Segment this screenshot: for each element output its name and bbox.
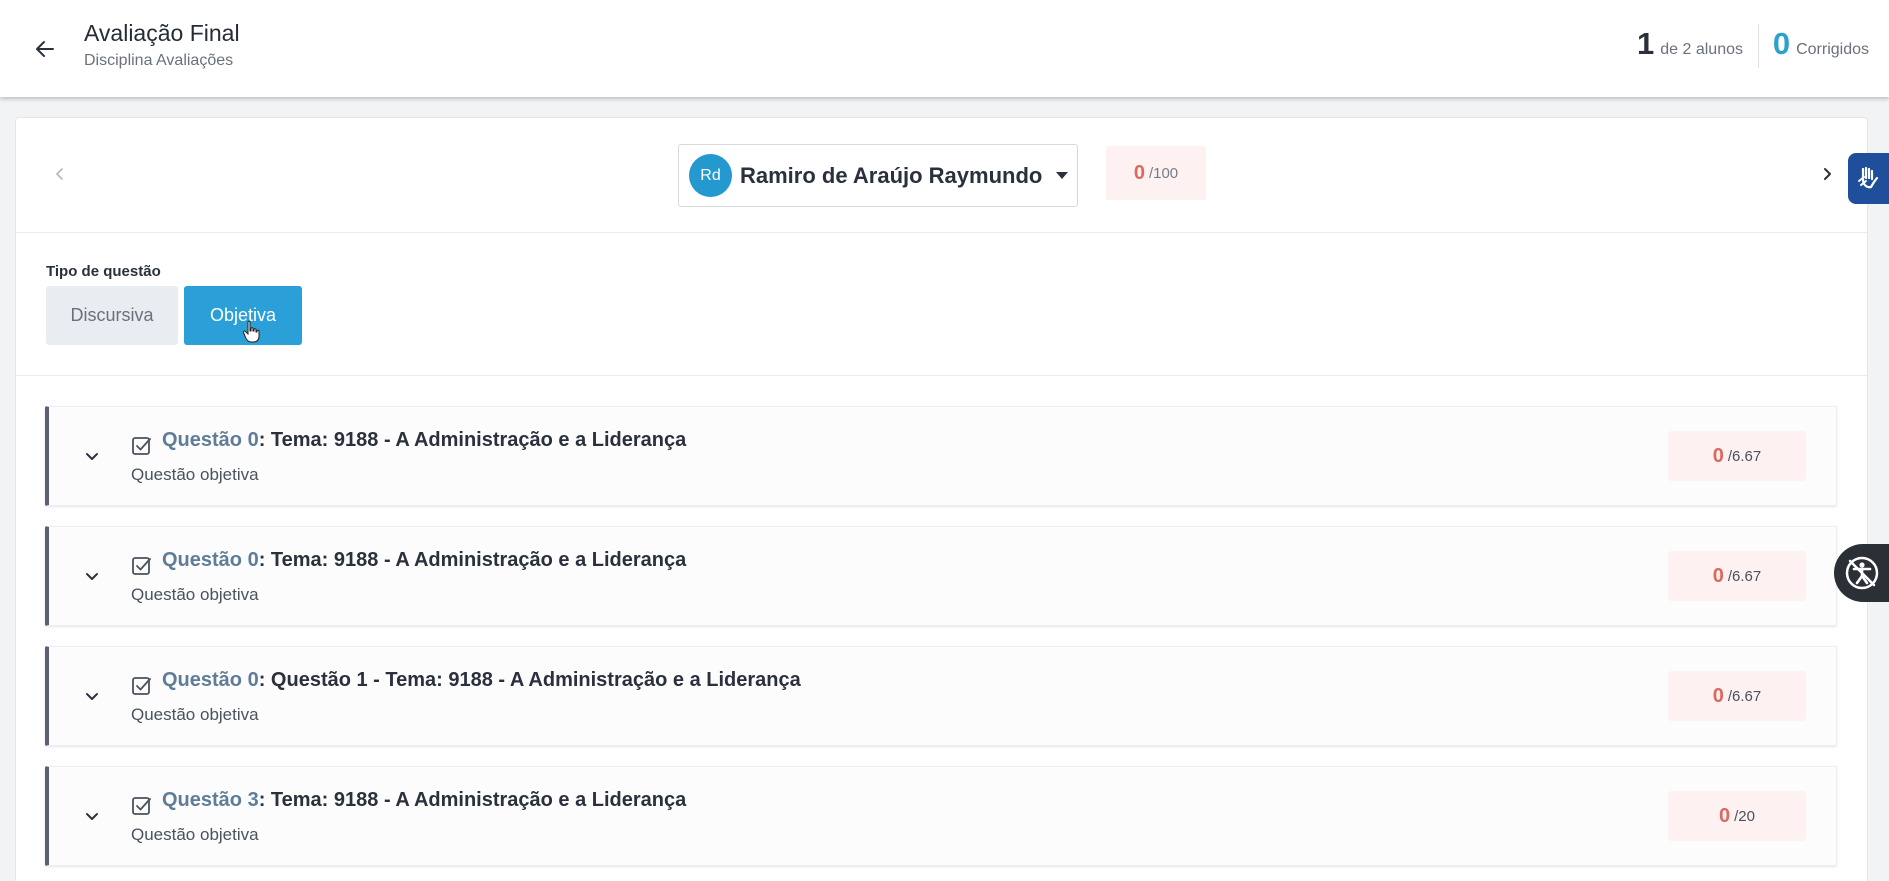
caret-down-icon	[1056, 172, 1069, 179]
corrected-count: 0 Corrigidos	[1773, 26, 1869, 62]
students-progress: 1 de 2 alunos	[1637, 26, 1743, 62]
question-score-value: 0	[1712, 684, 1724, 707]
student-total-score: 0 /100	[1106, 146, 1206, 200]
question-title: Questão 0: Tema: 9188 - A Administração …	[162, 429, 686, 452]
current-student-number: 1	[1637, 26, 1655, 61]
page-subtitle: Disciplina Avaliações	[84, 52, 234, 69]
question-card: Questão 3: Tema: 9188 - A Administração …	[45, 766, 1837, 866]
corrected-count-label: Corrigidos	[1796, 41, 1869, 58]
question-title: Questão 3: Tema: 9188 - A Administração …	[162, 789, 686, 812]
question-topic: : Tema: 9188 - A Administração e a Lider…	[258, 549, 687, 571]
question-score: 0 /6.67	[1668, 551, 1806, 601]
question-score-value: 0	[1712, 564, 1724, 587]
question-score-value: 0	[1719, 804, 1731, 827]
question-score-max: /6.67	[1727, 447, 1762, 465]
student-score-value: 0	[1133, 161, 1145, 184]
question-card: Questão 0: Tema: 9188 - A Administração …	[45, 406, 1837, 506]
chevron-down-icon	[86, 813, 98, 820]
question-card: Questão 0: Questão 1 - Tema: 9188 - A Ad…	[45, 646, 1837, 746]
question-card: Questão 0: Tema: 9188 - A Administração …	[45, 526, 1837, 626]
page-title: Avaliação Final	[84, 20, 240, 46]
question-topic: : Tema: 9188 - A Administração e a Lider…	[258, 429, 687, 451]
question-score-value: 0	[1712, 444, 1724, 467]
hand-cursor-icon	[242, 320, 260, 343]
student-score-max: /100	[1148, 164, 1179, 182]
question-topic: : Questão 1 - Tema: 9188 - A Administraç…	[258, 669, 801, 691]
students-progress-label: de 2 alunos	[1660, 41, 1743, 58]
previous-student-button[interactable]	[46, 160, 74, 188]
question-type-text: Questão objetiva	[131, 465, 259, 484]
question-type-text: Questão objetiva	[131, 825, 259, 844]
top-bar: Avaliação Final Disciplina Avaliações 1 …	[0, 0, 1889, 97]
question-number: Questão 0	[162, 669, 259, 691]
expand-question-button[interactable]	[79, 803, 105, 829]
accessibility-icon	[1845, 556, 1878, 590]
student-dropdown[interactable]: Rd Ramiro de Araújo Raymundo	[678, 144, 1078, 207]
question-title: Questão 0: Questão 1 - Tema: 9188 - A Ad…	[162, 669, 801, 692]
question-number: Questão 3	[162, 789, 259, 811]
student-name: Ramiro de Araújo Raymundo	[740, 162, 1043, 188]
question-topic: : Tema: 9188 - A Administração e a Lider…	[258, 789, 687, 811]
question-score: 0 /6.67	[1668, 431, 1806, 481]
next-student-button[interactable]	[1813, 160, 1841, 188]
chevron-right-icon	[1824, 168, 1831, 180]
question-score: 0 /6.67	[1668, 671, 1806, 721]
question-type-text: Questão objetiva	[131, 585, 259, 604]
checkbox-checked-icon	[132, 677, 151, 695]
question-score-max: /6.67	[1727, 687, 1762, 705]
question-title: Questão 0: Tema: 9188 - A Administração …	[162, 549, 686, 572]
checkbox-checked-icon	[132, 557, 151, 575]
question-score: 0 /20	[1668, 791, 1806, 841]
sign-language-icon	[1857, 166, 1878, 188]
question-number: Questão 0	[162, 549, 259, 571]
question-score-max: /20	[1734, 807, 1755, 825]
chevron-down-icon	[86, 453, 98, 460]
arrow-left-icon	[36, 41, 54, 57]
avatar: Rd	[689, 154, 732, 197]
discursiva-filter-button[interactable]: Discursiva	[46, 286, 178, 345]
checkbox-checked-icon	[132, 437, 151, 455]
question-type-label: Tipo de questão	[46, 263, 161, 280]
grading-card: Rd Ramiro de Araújo Raymundo 0 /100 Tipo…	[15, 117, 1868, 881]
chevron-down-icon	[86, 693, 98, 700]
expand-question-button[interactable]	[79, 443, 105, 469]
expand-question-button[interactable]	[79, 563, 105, 589]
question-score-max: /6.67	[1727, 567, 1762, 585]
student-selector-row: Rd Ramiro de Araújo Raymundo 0 /100	[16, 118, 1867, 233]
back-button[interactable]	[28, 32, 62, 66]
question-type-text: Questão objetiva	[131, 705, 259, 724]
question-number: Questão 0	[162, 429, 259, 451]
sign-language-widget[interactable]	[1848, 153, 1889, 204]
corrected-count-number: 0	[1772, 26, 1791, 61]
checkbox-checked-icon	[132, 797, 151, 815]
chevron-down-icon	[86, 573, 98, 580]
chevron-left-icon	[56, 168, 63, 180]
accessibility-widget[interactable]	[1834, 544, 1889, 602]
divider	[1758, 24, 1759, 68]
expand-question-button[interactable]	[79, 683, 105, 709]
